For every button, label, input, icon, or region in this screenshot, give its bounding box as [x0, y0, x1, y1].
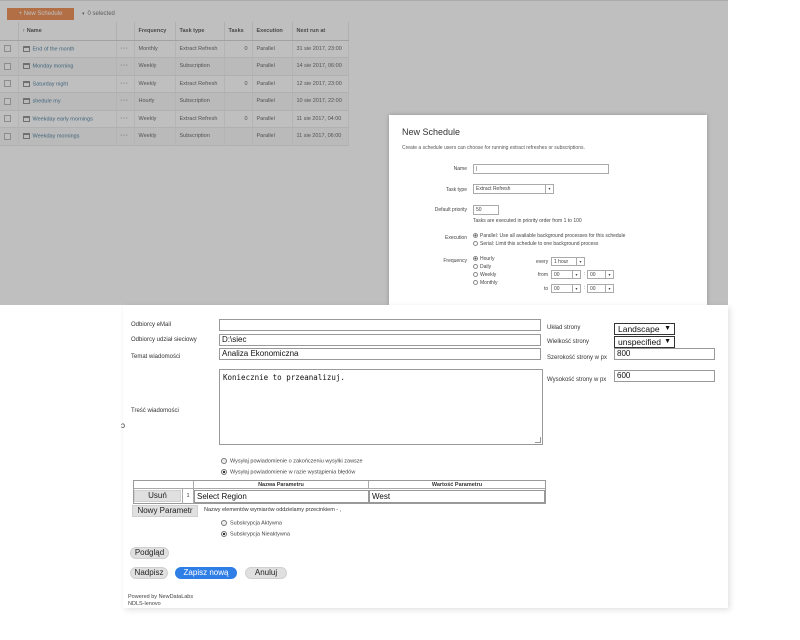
param-remove-header — [134, 481, 194, 489]
task-type-select[interactable]: Extract Refresh ▾ — [473, 184, 554, 194]
param-name-header: Nazwa Parametru — [194, 481, 369, 489]
chevron-down-icon: ▾ — [605, 271, 613, 278]
param-remove-cell: Usuń — [134, 489, 183, 504]
subscription-form: Odbiorcy eMail Odbiorcy udział sieciowy … — [121, 305, 728, 608]
email-recipients-input[interactable] — [219, 319, 541, 331]
from-minute-select[interactable]: 00 ▾ — [587, 270, 614, 279]
param-remove-button[interactable]: Usuń — [134, 490, 181, 502]
notify-always-radio[interactable]: Wysyłaj powiadomienie o zakończeniu wysy… — [221, 458, 363, 464]
dialog-description: Create a schedule users can choose for r… — [402, 145, 585, 151]
network-share-input[interactable]: D:\siec — [219, 334, 541, 346]
page-height-input[interactable]: 600 — [614, 370, 715, 382]
param-index: 1 — [183, 489, 194, 504]
subject-input[interactable]: Analiza Ekonomiczna — [219, 348, 541, 360]
save-new-button[interactable]: Zapisz nową — [175, 567, 237, 579]
to-minute-select[interactable]: 00 ▾ — [587, 284, 614, 293]
priority-hint: Tasks are executed in priority order fro… — [473, 218, 582, 224]
new-parameter-button[interactable]: Nowy Parametr — [132, 505, 198, 517]
email-recipients-label: Odbiorcy eMail — [131, 322, 172, 328]
preview-button[interactable]: Podgląd — [130, 547, 169, 559]
subscription-inactive-radio[interactable]: Subskrypcja Nieaktywna — [221, 531, 290, 537]
radio-unchecked-icon — [473, 272, 478, 278]
frequency-weekly-radio[interactable]: Weekly — [473, 272, 496, 278]
param-value-input[interactable]: West — [369, 490, 545, 503]
chevron-down-icon: ▾ — [605, 285, 613, 292]
execution-label: Execution — [445, 235, 467, 241]
triangle-down-icon: ▼ — [664, 325, 671, 332]
chevron-down-icon: ▾ — [545, 185, 553, 193]
triangle-down-icon: ▼ — [664, 338, 671, 345]
from-hour-select[interactable]: 00 ▾ — [551, 270, 581, 279]
task-type-label: Task type — [445, 187, 467, 193]
radio-unchecked-icon — [473, 241, 478, 247]
radio-checked-icon — [473, 256, 478, 262]
priority-input[interactable]: 50 — [473, 205, 499, 215]
radio-checked-icon — [221, 531, 227, 537]
notify-errors-radio[interactable]: Wysyłaj powiadomienie w razie wystąpieni… — [221, 469, 355, 475]
cancel-button[interactable]: Anuluj — [245, 567, 287, 579]
subject-label: Temat wiadomości — [131, 354, 181, 360]
dialog-title: New Schedule — [402, 127, 461, 137]
parameter-hint: Nazwy elementów wymiarów oddzielamy prze… — [204, 507, 342, 513]
execution-serial-radio[interactable]: Serial: Limit this schedule to one backg… — [473, 241, 598, 247]
text-caret: | — [476, 166, 478, 172]
message-body-textarea[interactable]: Koniecznie to przeanalizuj. — [219, 369, 543, 445]
from-label: from — [538, 272, 548, 278]
overwrite-button[interactable]: Nadpisz — [130, 567, 168, 579]
frequency-hourly-radio[interactable]: Hourly — [473, 256, 494, 262]
resize-handle[interactable] — [535, 437, 541, 443]
message-body-label: Treść wiadomości — [131, 408, 179, 414]
radio-unchecked-icon — [221, 458, 227, 464]
priority-label: Default priority — [434, 207, 467, 213]
radio-unchecked-icon — [473, 264, 478, 270]
to-label: to — [544, 286, 549, 292]
frequency-label: Frequency — [443, 258, 467, 264]
radio-unchecked-icon — [473, 280, 478, 286]
name-label: Name — [453, 166, 467, 172]
radio-checked-icon — [221, 469, 227, 475]
radio-unchecked-icon — [221, 520, 227, 526]
every-select[interactable]: 1 hour ▾ — [551, 257, 585, 266]
cursor-icon: ↄ — [121, 421, 125, 430]
network-share-label: Odbiorcy udział sieciowy — [131, 337, 197, 343]
every-label: every — [536, 259, 549, 265]
execution-parallel-radio[interactable]: Parallel: Use all available background p… — [473, 233, 625, 239]
radio-checked-icon — [473, 233, 478, 239]
chevron-down-icon: ▾ — [572, 271, 580, 278]
new-schedule-dialog: New Schedule Create a schedule users can… — [389, 115, 707, 305]
page-width-input[interactable]: 800 — [614, 348, 715, 360]
param-value-header: Wartość Parametru — [369, 481, 545, 489]
parameters-table: Nazwa Parametru Wartość Parametru Usuń 1… — [133, 480, 546, 504]
page-size-select[interactable]: unspecified ▼ — [614, 336, 675, 348]
frequency-daily-radio[interactable]: Daily — [473, 264, 491, 270]
param-name-input[interactable]: Select Region — [194, 490, 369, 503]
time-separator: : — [584, 271, 586, 277]
page-layout-select[interactable]: Landscape ▼ — [614, 323, 675, 335]
page-size-label: Wielkość strony — [547, 339, 590, 345]
page-height-label: Wysokość strony w px — [547, 377, 607, 383]
to-hour-select[interactable]: 00 ▾ — [551, 284, 581, 293]
server-name-text: NDLS-lenovo — [128, 601, 161, 607]
time-separator: : — [584, 285, 586, 291]
name-input[interactable]: | — [473, 164, 609, 174]
subscription-active-radio[interactable]: Subskrypcja Aktywna — [221, 520, 282, 526]
page-width-label: Szerokość strony w px — [547, 355, 608, 361]
frequency-monthly-radio[interactable]: Monthly — [473, 280, 498, 286]
powered-by-text: Powered by NewDataLabs — [128, 594, 194, 600]
chevron-down-icon: ▾ — [572, 285, 580, 292]
page-layout-label: Układ strony — [547, 325, 581, 331]
chevron-down-icon: ▾ — [576, 258, 584, 265]
